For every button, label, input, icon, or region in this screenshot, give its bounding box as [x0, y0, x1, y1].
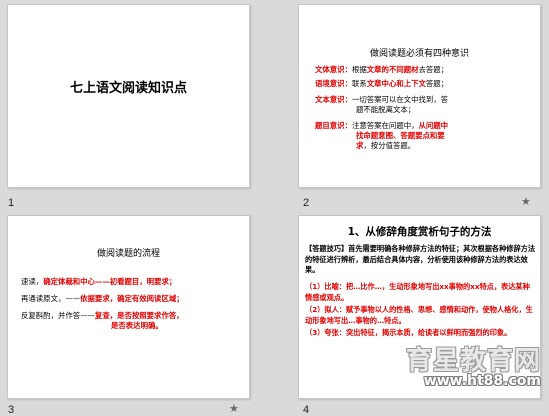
slide-number-1: 1: [8, 197, 15, 209]
awareness-item-cont: 题不能脱离文本；: [356, 105, 416, 114]
technique-point: （3）夸张：突出特征，揭示本质，给读者以鲜明而强烈的印象。: [305, 328, 512, 337]
awareness-item-cont: 找命题意图、答题要点和要: [356, 131, 445, 140]
star-icon[interactable]: ★: [229, 402, 239, 415]
awareness-item: 文体意识：根据文章的不同题材去答题；: [315, 65, 449, 74]
slide-number-3: 3: [8, 404, 15, 416]
slide-thumbnail-1[interactable]: 七上语文阅读知识点: [7, 4, 250, 188]
awareness-item-cont: 求，按分值答题。: [356, 141, 416, 150]
slide-4-title: 1、从修辞角度赏析句子的方法: [347, 226, 492, 238]
slide-2-title: 做阅读题必须有四种意识: [369, 49, 469, 59]
technique-point: （2）拟人：赋予事物以人的性格、思想、感情和动作，使物人格化，生动形象地写出…事…: [305, 305, 533, 325]
slide-3-title: 做阅读题的流程: [96, 249, 160, 259]
technique-intro: 【答题技巧】首先需要明确各种修辞方法的特征；其次根据各种修辞方法的特征进行辨析，…: [305, 244, 536, 274]
slide-thumbnail-3[interactable]: 做阅读题的流程 速读，确定体裁和中心——初看题目，明要求； 再通读原文，——依据…: [7, 215, 250, 399]
slide-number-4: 4: [303, 404, 310, 416]
awareness-item: 题目意识：注意答案在问题中，从问题中: [315, 121, 449, 130]
technique-point: （1）比喻：把…比作…，生动形象地写出xx事物的xx特点，表达某种情感或观点。: [305, 282, 530, 302]
slide-1-title: 七上语文阅读知识点: [69, 81, 187, 96]
flow-step-cont: 是否表达明确。: [111, 321, 163, 330]
awareness-item: 文本意识：一切答案可以在文中找到，答: [315, 95, 449, 104]
flow-step: 再通读原文，——依据要求，确定有效阅读区域；: [21, 294, 184, 303]
flow-step: 反复斟酌，并作答——复查，是否按照要求作答，: [21, 311, 184, 320]
flow-step: 速读，确定体裁和中心——初看题目，明要求；: [21, 277, 177, 286]
awareness-item: 语境意识：联系文章中心和上下文答题；: [315, 79, 449, 88]
slide-thumbnail-2[interactable]: 做阅读题必须有四种意识 文体意识：根据文章的不同题材去答题； 语境意识：联系文章…: [298, 4, 541, 188]
star-icon[interactable]: ★: [521, 195, 531, 208]
watermark-logo: 育星教育网 www.ht88.com: [405, 346, 541, 389]
slide-number-2: 2: [303, 197, 310, 209]
